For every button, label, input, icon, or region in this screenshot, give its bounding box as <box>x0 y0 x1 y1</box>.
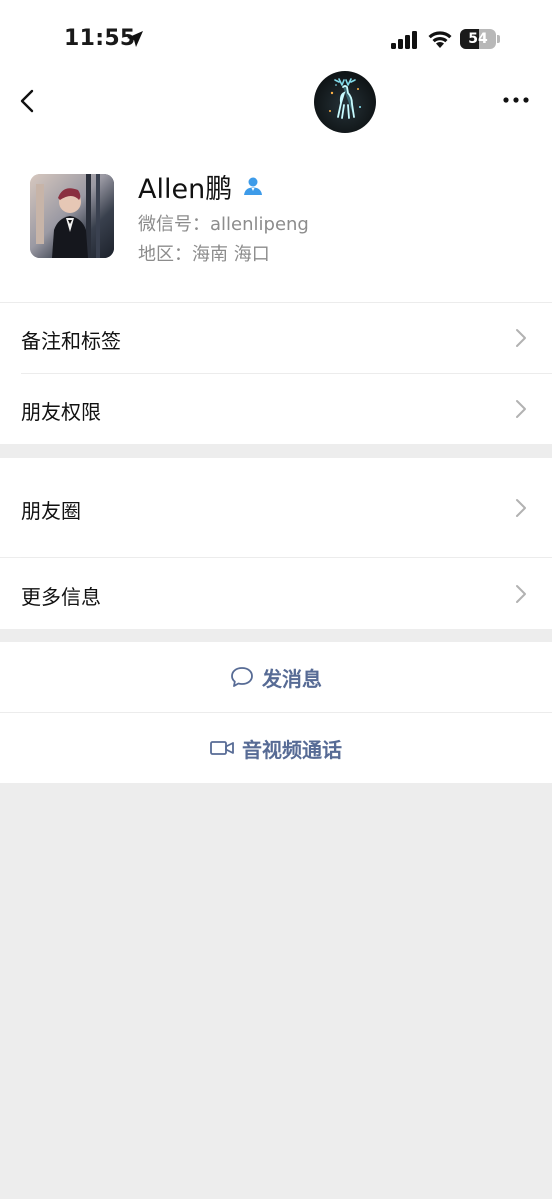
row-label: 备注和标签 <box>21 329 121 353</box>
row-moments[interactable]: 朋友圈 <box>0 458 552 557</box>
chevron-right-icon <box>516 329 526 347</box>
row-label: 朋友权限 <box>21 400 101 424</box>
region: 地区：海南 海口 <box>138 244 270 265</box>
chevron-right-icon <box>516 400 526 418</box>
send-message-button[interactable]: 发消息 <box>0 642 552 712</box>
status-bar: 11:55 54 <box>0 0 552 80</box>
status-time: 11:55 <box>64 26 136 51</box>
nav-bar <box>0 70 552 134</box>
ellipsis-icon[interactable] <box>500 88 532 112</box>
battery-icon: 54 <box>460 29 500 51</box>
wifi-icon <box>428 31 452 48</box>
video-camera-icon <box>210 741 234 755</box>
video-call-button[interactable]: 音视频通话 <box>0 713 552 783</box>
battery-percent: 54 <box>468 31 488 47</box>
section-gap <box>0 444 552 458</box>
nav-avatar[interactable] <box>314 71 376 133</box>
chevron-right-icon <box>516 585 526 603</box>
row-label: 朋友圈 <box>21 499 81 523</box>
deer-icon <box>329 78 361 119</box>
send-message-label: 发消息 <box>262 666 322 691</box>
wechat-id: 微信号：allenlipeng <box>138 214 309 235</box>
contact-person-icon <box>244 177 263 195</box>
row-label: 更多信息 <box>21 585 101 609</box>
contact-name: Allen鹏 <box>138 173 233 205</box>
cellular-signal-icon <box>391 31 417 49</box>
chevron-right-icon <box>516 499 526 517</box>
row-friend-permissions[interactable]: 朋友权限 <box>0 374 552 444</box>
chat-bubble-icon <box>231 667 253 687</box>
section-gap <box>0 629 552 642</box>
chevron-left-icon[interactable] <box>14 84 44 118</box>
name-row: Allen鹏 <box>138 166 264 206</box>
profile-photo <box>30 174 114 258</box>
profile-header: Allen鹏 微信号：allenlipeng 地区：海南 海口 <box>0 160 552 280</box>
row-remark-tags[interactable]: 备注和标签 <box>0 303 552 373</box>
row-more-info[interactable]: 更多信息 <box>0 558 552 629</box>
location-arrow-icon <box>127 31 143 47</box>
avatar[interactable] <box>30 174 114 258</box>
video-call-label: 音视频通话 <box>242 737 342 762</box>
